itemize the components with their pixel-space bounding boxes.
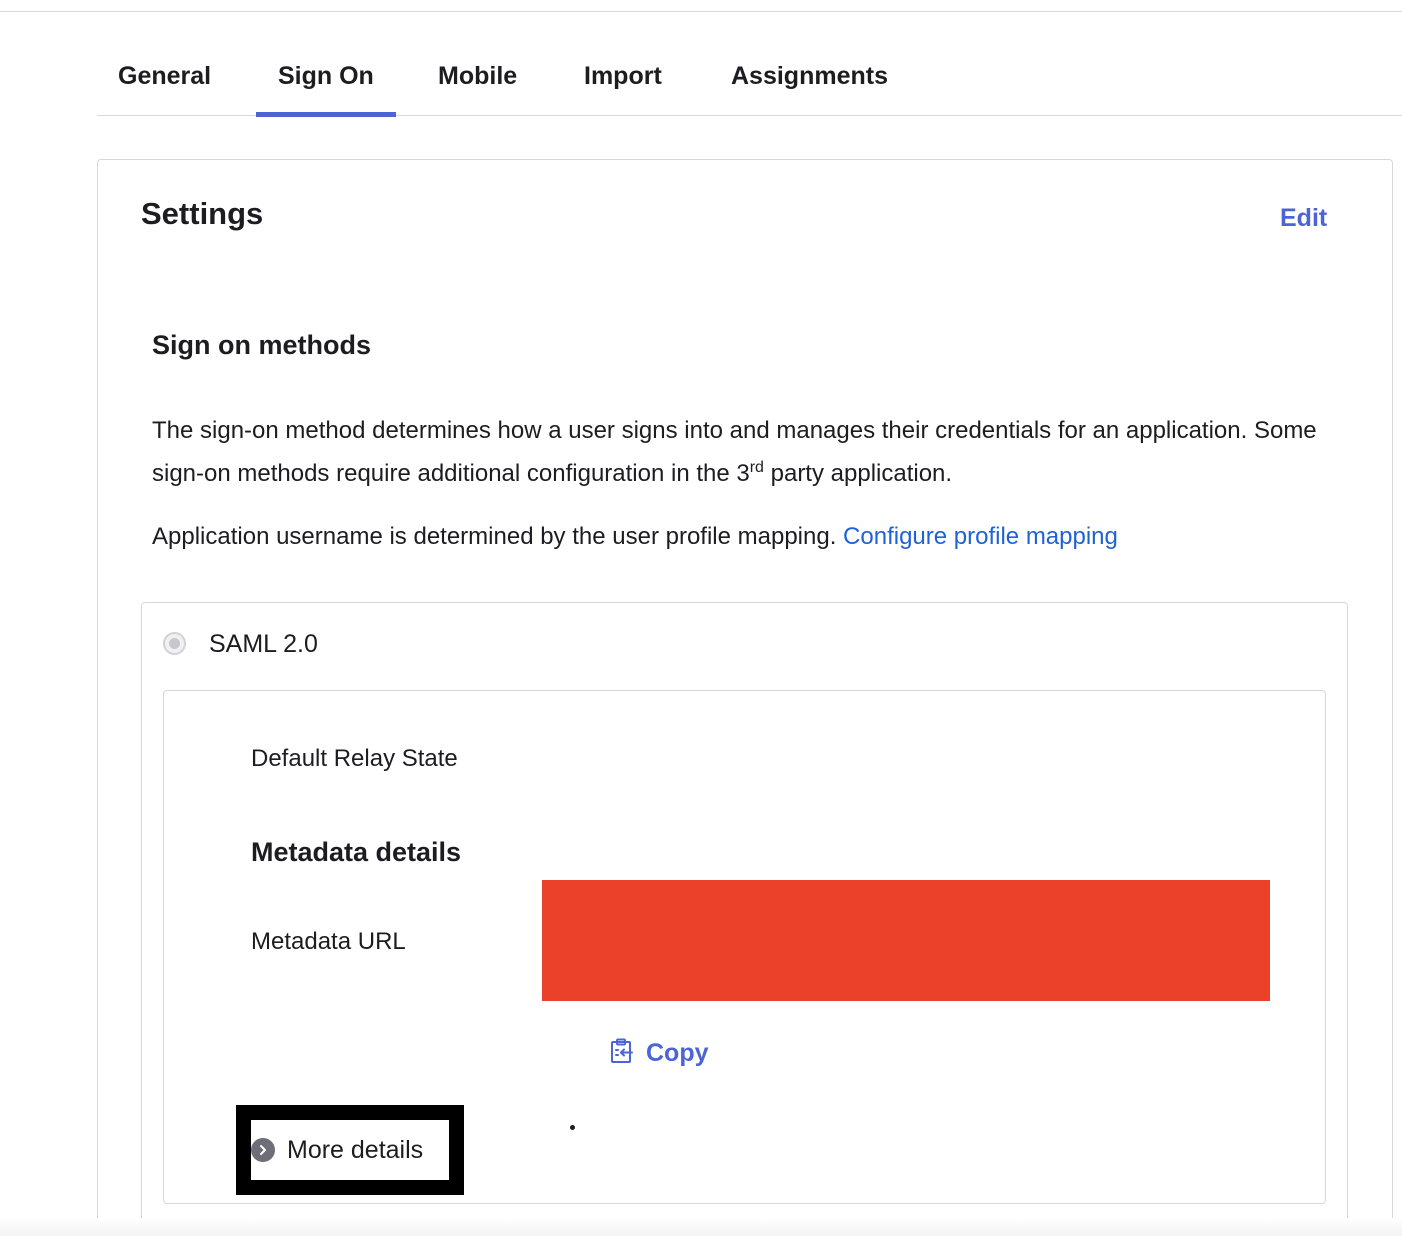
- metadata-url-label: Metadata URL: [251, 928, 406, 955]
- copy-button[interactable]: Copy: [610, 1036, 709, 1070]
- copy-label: Copy: [646, 1038, 709, 1067]
- edit-button[interactable]: Edit: [1280, 204, 1327, 233]
- tab-sign-on[interactable]: Sign On: [256, 40, 396, 117]
- more-details-label: More details: [287, 1135, 424, 1164]
- sign-on-methods-title: Sign on methods: [152, 330, 371, 360]
- metadata-url-redacted: [542, 880, 1270, 1001]
- profile-mapping-text: Application username is determined by th…: [152, 523, 1118, 550]
- tab-general[interactable]: General: [118, 40, 211, 116]
- more-details-toggle[interactable]: More details: [251, 1130, 423, 1170]
- saml-label: SAML 2.0: [209, 630, 318, 658]
- default-relay-state-label: Default Relay State: [251, 745, 458, 772]
- bottom-fade: [0, 1218, 1402, 1236]
- sign-on-description: The sign-on method determines how a user…: [152, 417, 1317, 487]
- settings-title: Settings: [141, 196, 264, 231]
- tab-bar: General Sign On Mobile Import Assignment…: [97, 40, 1402, 117]
- top-divider: [0, 11, 1402, 12]
- tab-mobile[interactable]: Mobile: [438, 40, 517, 116]
- saml-radio[interactable]: [163, 632, 186, 655]
- tab-import[interactable]: Import: [584, 40, 662, 116]
- metadata-details-title: Metadata details: [251, 837, 462, 867]
- stray-dot: [570, 1125, 575, 1130]
- chevron-right-circle-icon: [251, 1138, 275, 1162]
- clipboard-icon: [610, 1038, 634, 1069]
- tab-assignments[interactable]: Assignments: [731, 40, 888, 116]
- configure-profile-mapping-link[interactable]: Configure profile mapping: [843, 523, 1118, 550]
